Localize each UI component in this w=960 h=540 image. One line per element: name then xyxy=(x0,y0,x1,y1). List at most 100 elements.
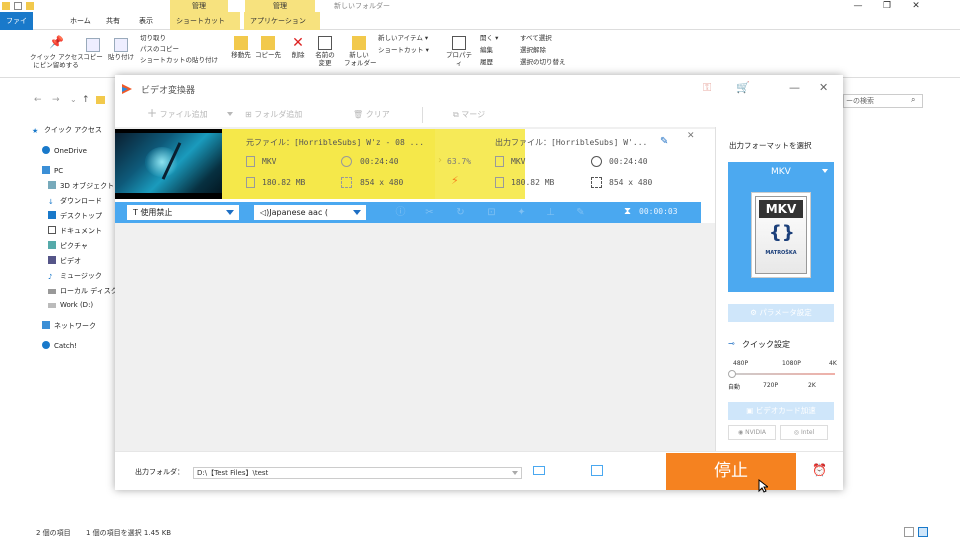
search-icon[interactable]: ⌕ xyxy=(911,95,915,105)
nav-music[interactable]: ♪ ミュージック xyxy=(48,271,102,281)
pin-quick-access-button[interactable]: 📌 クイック アクセス にピン留めする xyxy=(30,36,84,69)
nav-quick-access[interactable]: ★ クイック アクセス xyxy=(32,125,102,135)
watermark-icon[interactable]: ⊥ xyxy=(545,207,556,218)
folder-icon xyxy=(2,2,10,10)
paste-icon xyxy=(114,38,128,52)
remove-item-icon[interactable]: ✕ xyxy=(687,131,695,141)
history-button[interactable]: 履歴 xyxy=(480,58,493,67)
chevron-down-icon[interactable] xyxy=(227,112,233,116)
delete-button[interactable]: ✕ 削除 xyxy=(287,36,309,59)
new-folder-button[interactable]: 新しい フォルダー xyxy=(344,36,377,67)
copy-label: コピー xyxy=(83,53,103,61)
tab-share[interactable]: 共有 xyxy=(100,12,126,30)
large-icons-view-icon[interactable] xyxy=(918,527,928,537)
move-to-button[interactable]: 移動先 xyxy=(228,36,254,59)
properties-icon[interactable] xyxy=(14,2,22,10)
quality-1080p: 1080P xyxy=(782,360,801,367)
back-icon[interactable]: ← xyxy=(34,95,42,105)
video-thumbnail[interactable] xyxy=(115,129,222,199)
nvidia-icon: ◉ xyxy=(737,429,744,436)
browse-folder-icon[interactable] xyxy=(533,466,545,475)
copy-to-button[interactable]: コピー先 xyxy=(255,36,281,59)
nav-documents[interactable]: ドキュメント xyxy=(48,226,102,236)
tab-application-tools[interactable]: アプリケーション ツール xyxy=(244,12,320,43)
cart-icon[interactable]: 🛒 xyxy=(736,81,750,94)
tab-shortcut-tools[interactable]: ショートカット ツール xyxy=(170,12,240,43)
nav-3d-objects[interactable]: 3D オブジェクト xyxy=(48,181,114,191)
copy-path-button[interactable]: パスのコピー xyxy=(140,45,179,54)
nav-network[interactable]: ネットワーク xyxy=(42,321,96,331)
maximize-icon[interactable]: ❐ xyxy=(877,0,897,12)
status-selection: 1 個の項目を選択 1.45 KB xyxy=(86,529,172,537)
new-item-button[interactable]: 新しいアイテム ▾ xyxy=(378,34,428,43)
folder-plus-icon: ⊞ xyxy=(245,110,252,119)
minimize-icon[interactable]: — xyxy=(789,81,800,94)
rotate-icon[interactable]: ↻ xyxy=(455,207,466,218)
copy-button[interactable]: コピー xyxy=(82,38,104,61)
subtitle-select[interactable]: T 使用禁止 xyxy=(127,205,239,220)
minimize-icon[interactable]: — xyxy=(848,0,868,12)
select-none-button[interactable]: 選択解除 xyxy=(520,46,546,55)
chevron-down-icon[interactable]: ⌄ xyxy=(70,95,77,104)
info-icon[interactable]: ⓘ xyxy=(395,207,406,218)
properties-button[interactable]: プロパティ xyxy=(444,36,474,67)
nav-catch[interactable]: Catch! xyxy=(42,341,77,350)
clear-button[interactable]: 🗑 クリア xyxy=(353,109,390,120)
tab-home[interactable]: ホーム xyxy=(64,12,97,30)
nav-onedrive[interactable]: OneDrive xyxy=(42,146,87,155)
tab-file[interactable]: ファイル xyxy=(0,12,33,43)
file-item[interactable]: 元ファイル：[HorribleSubs] W'z - 08 ... MKV 00… xyxy=(115,129,715,223)
crop-icon[interactable]: ⊡ xyxy=(486,207,497,218)
open-output-folder-icon[interactable] xyxy=(591,465,603,476)
quality-slider[interactable] xyxy=(731,373,835,375)
new-folder-icon[interactable] xyxy=(26,2,34,10)
nav-pictures[interactable]: ピクチャ xyxy=(48,241,88,251)
add-file-button[interactable]: + ファイル追加 xyxy=(147,107,208,120)
output-format: MKV xyxy=(511,157,526,166)
subtitle-edit-icon[interactable]: ✎ xyxy=(575,207,586,218)
chevron-down-icon[interactable] xyxy=(512,471,518,475)
paste-shortcut-button[interactable]: ショートカットの貼り付け xyxy=(140,56,218,65)
nav-desktop[interactable]: デスクトップ xyxy=(48,211,102,221)
paste-button[interactable]: 貼り付け xyxy=(106,38,136,61)
alarm-clock-icon[interactable]: ⏰ xyxy=(812,463,827,477)
nav-pc[interactable]: PC xyxy=(42,166,63,175)
audio-select[interactable]: ◁)Japanese aac ( xyxy=(254,205,366,220)
key-icon[interactable]: ⚿ xyxy=(703,81,711,95)
close-icon[interactable]: ✕ xyxy=(906,0,926,12)
gpu-acceleration-button[interactable]: ▣ ビデオカード加速 xyxy=(728,402,834,420)
video-icon xyxy=(48,256,56,264)
cut-button[interactable]: 切り取り xyxy=(140,34,166,43)
edit-icon[interactable]: ✎ xyxy=(660,136,668,147)
rename-button[interactable]: 名前の 変更 xyxy=(312,36,338,67)
lightning-icon: ⚡ xyxy=(451,174,459,187)
search-box[interactable]: ーの検索 ⌕ xyxy=(843,94,923,108)
parameter-settings-button[interactable]: ⚙ パラメータ設定 xyxy=(728,304,834,322)
quality-720p: 720P xyxy=(763,382,779,389)
effects-icon[interactable]: ✦ xyxy=(516,207,527,218)
select-all-button[interactable]: すべて選択 xyxy=(520,34,552,43)
merge-button[interactable]: ⧉ マージ xyxy=(453,109,485,120)
invert-selection-button[interactable]: 選択の切り替え xyxy=(520,58,566,67)
forward-icon[interactable]: → xyxy=(52,95,60,105)
output-resolution: 854 x 480 xyxy=(609,178,653,187)
details-view-icon[interactable] xyxy=(904,527,914,537)
up-icon[interactable]: ↑ xyxy=(82,95,90,105)
edit-button[interactable]: 編集 xyxy=(480,46,493,55)
nav-downloads[interactable]: ↓ ダウンロード xyxy=(48,196,102,206)
add-folder-button[interactable]: ⊞ フォルダ追加 xyxy=(245,109,302,120)
stop-button[interactable]: 停止 xyxy=(666,453,796,490)
nav-work-drive[interactable]: Work (D:) xyxy=(48,301,93,309)
quality-slider-handle[interactable] xyxy=(728,370,736,378)
close-icon[interactable]: ✕ xyxy=(819,81,828,94)
open-button[interactable]: 開く ▾ xyxy=(480,34,498,43)
converter-toolbar: + ファイル追加 ⊞ フォルダ追加 🗑 クリア ⧉ マージ xyxy=(115,103,843,127)
output-folder-input[interactable]: D:\【Test Files】\test xyxy=(193,467,522,479)
output-file-label: 出力ファイル：[HorribleSubs] W'... xyxy=(495,138,648,147)
format-selector[interactable]: MKV MKV {} MATROŠKA xyxy=(728,162,834,292)
nav-videos[interactable]: ビデオ xyxy=(48,256,81,266)
tab-view[interactable]: 表示 xyxy=(133,12,159,30)
cut-icon[interactable]: ✂ xyxy=(424,207,435,218)
video-converter-window: ビデオ変換器 ⚿ 🛒 — ✕ + ファイル追加 ⊞ フォルダ追加 🗑 クリア ⧉… xyxy=(115,75,843,493)
shortcut-button[interactable]: ショートカット ▾ xyxy=(378,46,429,55)
